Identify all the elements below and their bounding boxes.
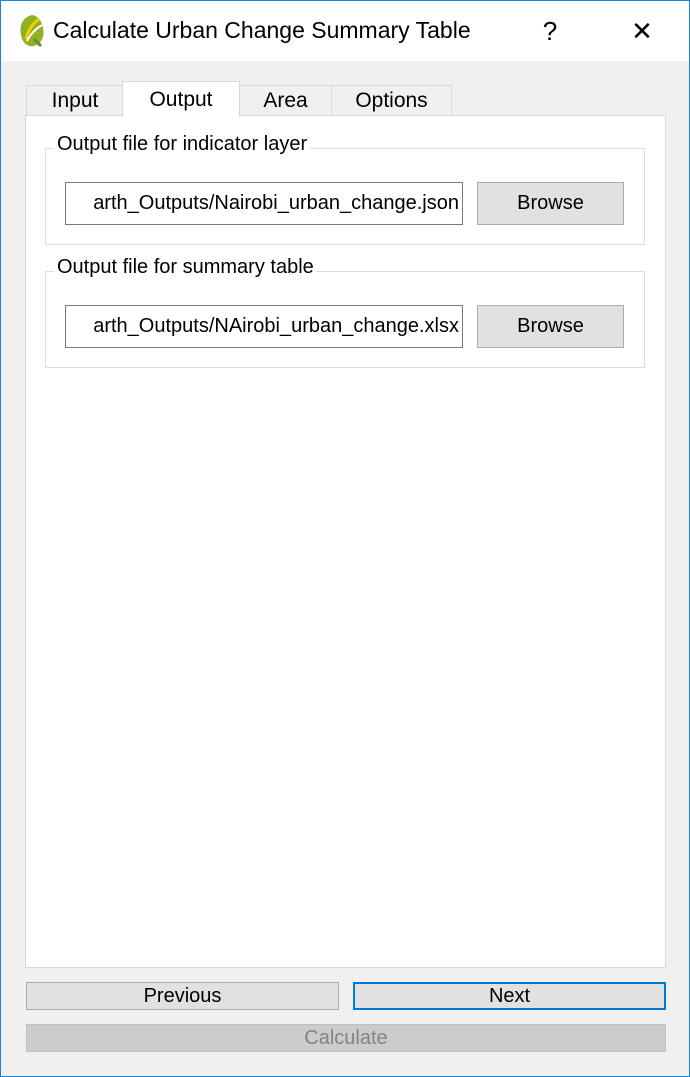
calculate-button[interactable]: Calculate xyxy=(26,1024,666,1052)
title-bar[interactable]: Calculate Urban Change Summary Table ? ✕ xyxy=(1,1,689,61)
summary-table-browse-button[interactable]: Browse xyxy=(477,305,624,348)
next-button[interactable]: Next xyxy=(353,982,666,1010)
output-tab-panel: Output file for indicator layer arth_Out… xyxy=(25,115,666,968)
summary-table-group: Output file for summary table arth_Outpu… xyxy=(45,256,645,368)
tab-area[interactable]: Area xyxy=(239,85,332,116)
indicator-layer-label: Output file for indicator layer xyxy=(54,133,311,156)
tab-output[interactable]: Output xyxy=(122,81,240,117)
help-button[interactable]: ? xyxy=(520,1,580,61)
close-button[interactable]: ✕ xyxy=(612,1,672,61)
tab-input[interactable]: Input xyxy=(26,85,124,116)
tab-options[interactable]: Options xyxy=(331,85,452,116)
qgis-logo-icon xyxy=(20,15,44,48)
indicator-layer-group: Output file for indicator layer arth_Out… xyxy=(45,133,645,245)
summary-table-label: Output file for summary table xyxy=(54,256,317,279)
window-title: Calculate Urban Change Summary Table xyxy=(53,17,471,43)
indicator-layer-path-input[interactable]: arth_Outputs/Nairobi_urban_change.json xyxy=(65,182,463,225)
previous-button[interactable]: Previous xyxy=(26,982,339,1010)
summary-table-path-input[interactable]: arth_Outputs/NAirobi_urban_change.xlsx xyxy=(65,305,463,348)
indicator-layer-browse-button[interactable]: Browse xyxy=(477,182,624,225)
dialog-window: Calculate Urban Change Summary Table ? ✕… xyxy=(0,0,690,1077)
